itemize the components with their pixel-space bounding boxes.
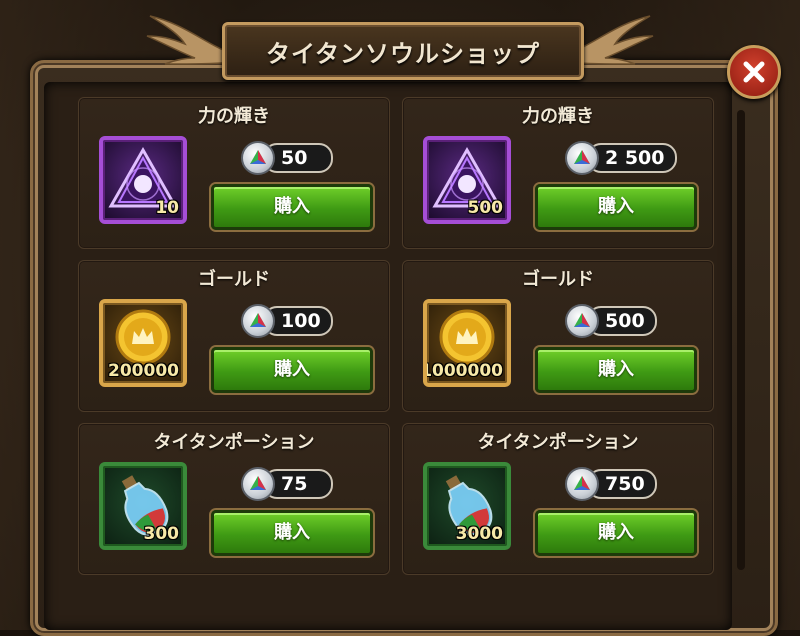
item-slot[interactable]: 1000000 [423,299,511,387]
price-tag: 500 [565,304,657,338]
item-quantity: 10 [155,198,179,218]
buy-button[interactable]: 購入 [535,347,697,393]
price-tag: 75 [241,467,333,501]
item-name: 力の輝き [198,106,270,127]
shop-card: タイタンポーション 3000 750 購入 [402,423,714,575]
item-name: タイタンポーション [477,432,639,453]
item-slot[interactable]: 500 [423,136,511,224]
item-quantity: 1000000 [423,361,503,381]
titan-soul-gem-icon [565,467,599,501]
buy-button[interactable]: 購入 [535,184,697,230]
price-tag: 100 [241,304,333,338]
buy-button[interactable]: 購入 [535,510,697,556]
shop-card: 力の輝き 10 50 購入 [78,97,390,249]
price-tag: 2 500 [565,141,677,175]
item-name: ゴールド [198,269,270,290]
close-button[interactable] [727,45,781,99]
shop-title: タイタンソウルショップ [222,22,584,80]
titan-soul-gem-icon [241,467,275,501]
item-slot[interactable]: 200000 [99,299,187,387]
shop-card: タイタンポーション 300 75 購入 [78,423,390,575]
price-tag: 750 [565,467,657,501]
close-icon [743,61,765,83]
buy-button[interactable]: 購入 [211,510,373,556]
item-quantity: 200000 [108,361,179,381]
item-slot[interactable]: 300 [99,462,187,550]
item-name: タイタンポーション [153,432,315,453]
titan-soul-gem-icon [241,141,275,175]
price-tag: 50 [241,141,333,175]
item-quantity: 500 [467,198,504,218]
item-slot[interactable]: 10 [99,136,187,224]
item-quantity: 3000 [455,524,503,544]
buy-button[interactable]: 購入 [211,347,373,393]
shop-card: ゴールド 1000000 500 購入 [402,260,714,412]
item-slot[interactable]: 3000 [423,462,511,550]
titan-soul-gem-icon [565,141,599,175]
price-value: 2 500 [587,143,677,173]
shop-card: ゴールド 200000 100 購入 [78,260,390,412]
item-name: 力の輝き [522,106,594,127]
titan-soul-gem-icon [565,304,599,338]
titan-soul-gem-icon [241,304,275,338]
shop-card: 力の輝き 500 2 500 購入 [402,97,714,249]
scrollbar[interactable] [737,110,745,570]
item-name: ゴールド [522,269,594,290]
buy-button[interactable]: 購入 [211,184,373,230]
item-quantity: 300 [143,524,180,544]
